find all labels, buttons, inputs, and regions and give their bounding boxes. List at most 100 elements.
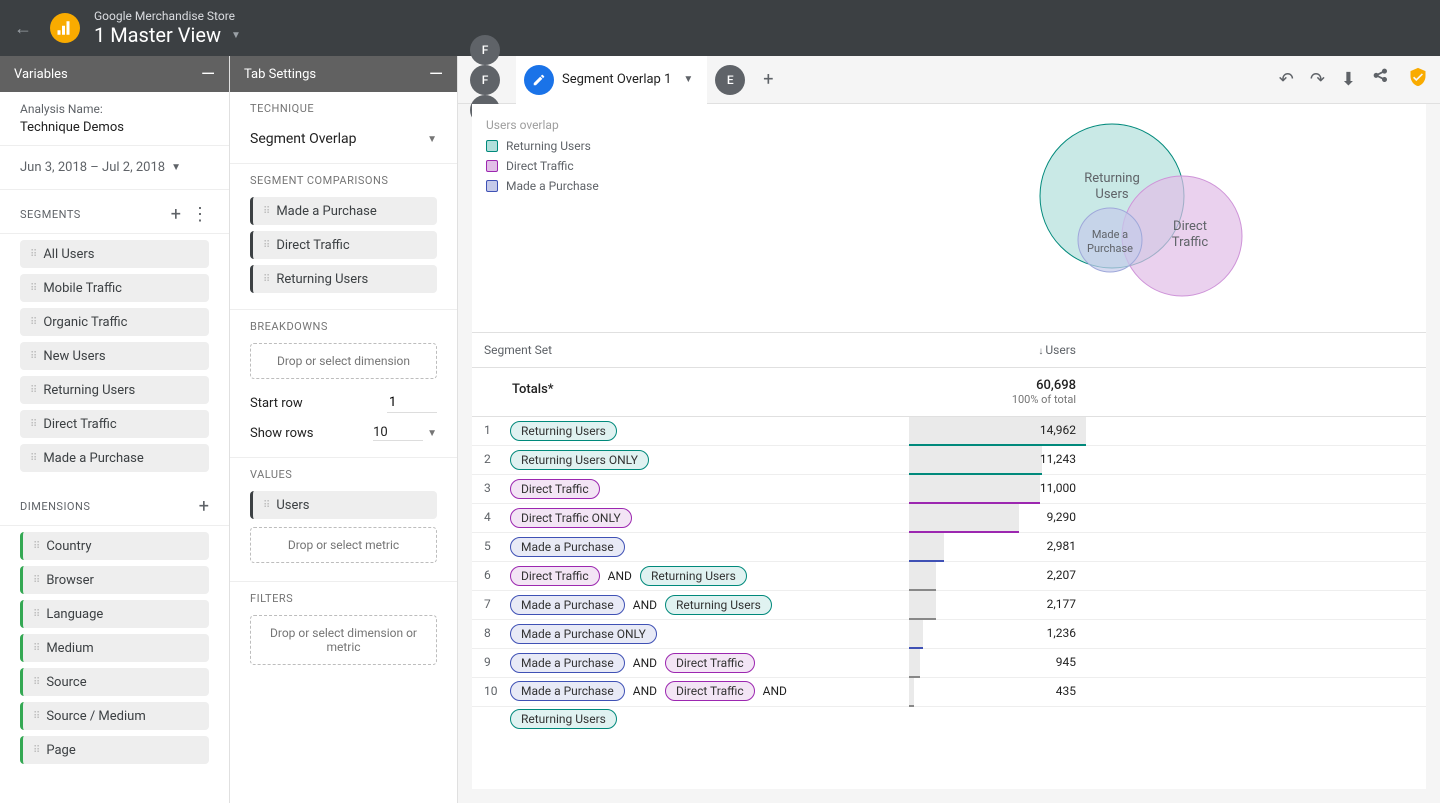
canvas: Users overlap Returning UsersDirect Traf… (472, 104, 1426, 789)
dimension-chip[interactable]: ⠿Country (20, 532, 209, 560)
svg-text:Users: Users (1095, 187, 1128, 202)
chevron-down-icon: ▼ (683, 74, 693, 85)
drag-handle-icon: ⠿ (30, 283, 35, 294)
segment-chip[interactable]: ⠿Returning Users (20, 376, 209, 404)
venn-legend: Users overlap Returning UsersDirect Traf… (486, 118, 599, 318)
segment-comparison-chip[interactable]: ⠿Returning Users (250, 265, 437, 293)
segment-pill: Direct Traffic (665, 653, 755, 673)
mini-tab[interactable]: F (470, 35, 500, 65)
show-rows-select[interactable]: 10 (373, 425, 423, 441)
active-tab[interactable]: Segment Overlap 1 ▼ (516, 56, 707, 104)
dimensions-list: ⠿Country⠿Browser⠿Language⠿Medium⠿Source⠿… (0, 532, 229, 764)
segment-pill: Made a Purchase (510, 537, 625, 557)
segment-pill: Made a Purchase ONLY (510, 624, 657, 644)
legend-item: Direct Traffic (486, 156, 599, 176)
segment-pill: Made a Purchase (510, 653, 625, 673)
ga-logo-icon (50, 13, 80, 43)
value-chip[interactable]: ⠿Users (250, 491, 437, 519)
undo-icon[interactable]: ↶ (1279, 69, 1294, 90)
technique-selector[interactable]: Segment Overlap ▼ (250, 125, 437, 153)
drag-handle-icon: ⠿ (33, 541, 38, 552)
drag-handle-icon: ⠿ (30, 351, 35, 362)
drag-handle-icon: ⠿ (33, 677, 38, 688)
variables-panel: Variables — Analysis Name: Technique Dem… (0, 56, 230, 803)
dimension-chip[interactable]: ⠿Language (20, 600, 209, 628)
segment-chip[interactable]: ⠿Made a Purchase (20, 444, 209, 472)
segment-pill: Direct Traffic (510, 479, 600, 499)
analysis-name-section: Analysis Name: Technique Demos (0, 92, 229, 146)
table-row: 6 Direct TrafficANDReturning Users 2,207 (472, 562, 1426, 591)
drag-handle-icon: ⠿ (30, 419, 35, 430)
chevron-down-icon: ▼ (427, 134, 437, 145)
legend-item: Returning Users (486, 136, 599, 156)
dimension-chip[interactable]: ⠿Source (20, 668, 209, 696)
chevron-down-icon: ▼ (231, 30, 241, 41)
segment-pill: Made a Purchase (510, 681, 625, 701)
svg-text:Direct: Direct (1173, 219, 1207, 234)
tab-settings-header: Tab Settings — (230, 56, 457, 92)
drag-handle-icon: ⠿ (263, 274, 268, 285)
users-column-header[interactable]: ↓Users (909, 333, 1426, 367)
drag-handle-icon: ⠿ (33, 609, 38, 620)
drag-handle-icon: ⠿ (263, 500, 268, 511)
app-header: ← Google Merchandise Store 1 Master View… (0, 0, 1440, 56)
segments-section-header: SEGMENTS + ⋮ (0, 190, 229, 234)
chevron-down-icon: ▼ (171, 162, 181, 173)
breakdowns-dropzone[interactable]: Drop or select dimension (250, 343, 437, 379)
legend-swatch-icon (486, 160, 498, 172)
svg-text:Returning: Returning (1084, 171, 1140, 186)
shield-check-icon[interactable] (1408, 67, 1428, 92)
table-row: 8 Made a Purchase ONLY 1,236 (472, 620, 1426, 649)
segment-chip[interactable]: ⠿Organic Traffic (20, 308, 209, 336)
segment-pill: Returning Users (640, 566, 747, 586)
segment-pill: Made a Purchase (510, 595, 625, 615)
redo-icon[interactable]: ↷ (1310, 69, 1325, 90)
drag-handle-icon: ⠿ (263, 240, 268, 251)
tabs-bar: FFE Segment Overlap 1 ▼ E + ↶ ↷ ⬇ (458, 56, 1440, 104)
values-dropzone[interactable]: Drop or select metric (250, 527, 437, 563)
dimensions-section-header: DIMENSIONS + (0, 482, 229, 526)
table-row: 7 Made a PurchaseANDReturning Users 2,17… (472, 591, 1426, 620)
totals-row: Totals* 60,698 100% of total (472, 368, 1426, 417)
dimension-chip[interactable]: ⠿Page (20, 736, 209, 764)
legend-swatch-icon (486, 140, 498, 152)
filters-dropzone[interactable]: Drop or select dimension or metric (250, 615, 437, 665)
mini-tab[interactable]: F (470, 65, 500, 95)
segment-comparison-chip[interactable]: ⠿Made a Purchase (250, 197, 437, 225)
tab-settings-panel: Tab Settings — TECHNIQUE Segment Overlap… (230, 56, 458, 803)
segment-pill: Returning Users (510, 709, 617, 729)
start-row-input[interactable] (387, 393, 437, 413)
dimension-chip[interactable]: ⠿Browser (20, 566, 209, 594)
segment-comparison-chip[interactable]: ⠿Direct Traffic (250, 231, 437, 259)
date-range-picker[interactable]: Jun 3, 2018 – Jul 2, 2018 ▼ (0, 146, 229, 190)
drag-handle-icon: ⠿ (33, 745, 38, 756)
content-area: FFE Segment Overlap 1 ▼ E + ↶ ↷ ⬇ (458, 56, 1440, 803)
dimension-chip[interactable]: ⠿Medium (20, 634, 209, 662)
table-row: 4 Direct Traffic ONLY 9,290 (472, 504, 1426, 533)
add-dimension-icon[interactable]: + (199, 496, 209, 517)
table-header: Segment Set ↓Users (472, 332, 1426, 368)
mini-tab[interactable]: E (715, 65, 745, 95)
minimize-icon[interactable]: — (201, 64, 215, 85)
segment-chip[interactable]: ⠿All Users (20, 240, 209, 268)
segment-chip[interactable]: ⠿New Users (20, 342, 209, 370)
svg-text:Made a: Made a (1092, 228, 1128, 241)
back-arrow-icon[interactable]: ← (14, 18, 32, 39)
download-icon[interactable]: ⬇ (1341, 69, 1356, 90)
dimension-chip[interactable]: ⠿Source / Medium (20, 702, 209, 730)
table-row: 10 Made a PurchaseANDDirect TrafficANDRe… (472, 678, 1426, 707)
segment-chip[interactable]: ⠿Direct Traffic (20, 410, 209, 438)
drag-handle-icon: ⠿ (30, 385, 35, 396)
table-row: 9 Made a PurchaseANDDirect Traffic 945 (472, 649, 1426, 678)
minimize-icon[interactable]: — (429, 64, 443, 85)
segment-chip[interactable]: ⠿Mobile Traffic (20, 274, 209, 302)
more-vert-icon[interactable]: ⋮ (191, 204, 209, 225)
drag-handle-icon: ⠿ (33, 643, 38, 654)
drag-handle-icon: ⠿ (30, 249, 35, 260)
share-icon[interactable] (1372, 67, 1392, 92)
analysis-name[interactable]: Technique Demos (20, 120, 209, 135)
add-segment-icon[interactable]: + (171, 204, 181, 225)
add-tab-button[interactable]: + (753, 65, 783, 95)
table-row: 1 Returning Users 14,962 (472, 417, 1426, 446)
view-selector[interactable]: 1 Master View ▼ (94, 23, 241, 47)
